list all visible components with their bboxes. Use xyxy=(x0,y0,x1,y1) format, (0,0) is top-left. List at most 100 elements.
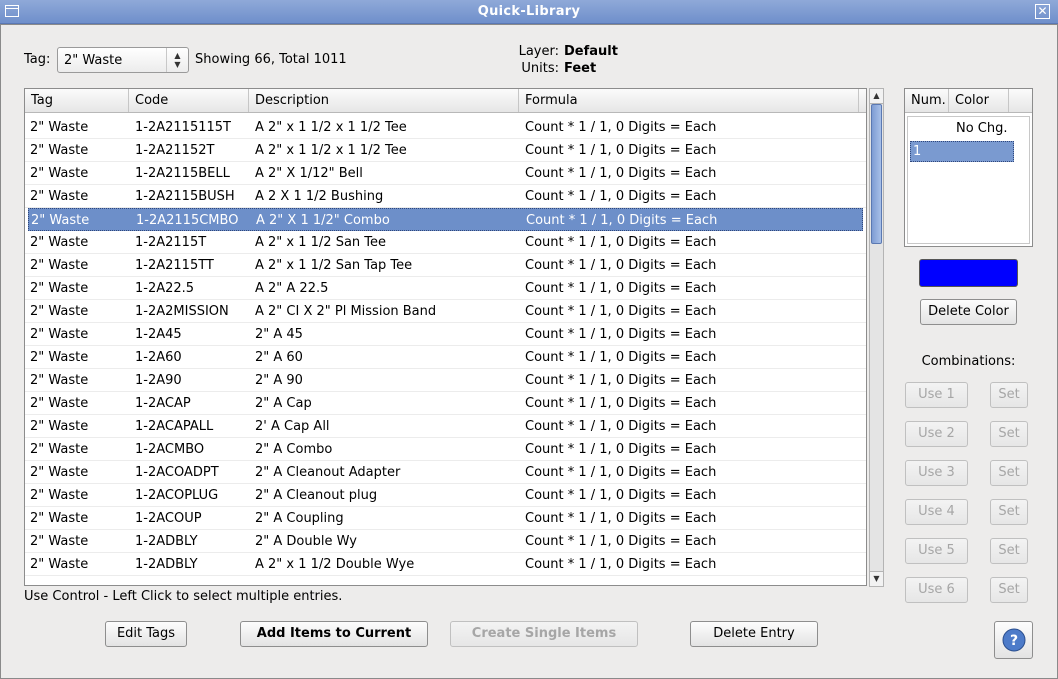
tag-select[interactable]: 2" Waste ▲ ▼ xyxy=(57,47,189,73)
table-row[interactable]: 2" Waste 1-2A2115T A 2" x 1 1/2 San Tee Cou… xyxy=(25,231,866,254)
table-row[interactable]: 2" Waste 1-2A2115BELL A 2" X 1/12" Bell Cou… xyxy=(25,162,866,185)
cell-formula: Count * 1 / 1, 0 Digits = Each xyxy=(525,258,717,273)
table-row[interactable]: 2" Waste 1-2ACOUP 2" A Coupling Count * 1 /… xyxy=(25,507,866,530)
close-icon[interactable]: ✕ xyxy=(1035,4,1050,19)
column-header-description[interactable]: Description xyxy=(249,89,519,112)
cell-code: 1-2A60 xyxy=(135,350,182,365)
use-combination-5-button[interactable]: Use 5 xyxy=(905,538,968,564)
cell-desc: 2" A 90 xyxy=(255,373,303,388)
table-row[interactable]: 2" Waste 1-2A45 2" A 45 Count * 1 / 1, 0 Di… xyxy=(25,323,866,346)
cell-desc: 2" A Cap xyxy=(255,396,312,411)
color-row-selected[interactable]: 1 xyxy=(908,140,1029,163)
delete-color-button[interactable]: Delete Color xyxy=(920,299,1017,325)
cell-code: 1-2A2115TT xyxy=(135,258,214,273)
cell-code: 1-2A21152T xyxy=(135,143,215,158)
cell-tag: 2" Waste xyxy=(30,281,89,296)
use-combination-4-button[interactable]: Use 4 xyxy=(905,499,968,525)
selection-hint: Use Control - Left Click to select multi… xyxy=(24,589,343,604)
cell-code: 1-2A2115T xyxy=(135,235,207,250)
table-row[interactable]: 2" Waste 1-2A60 2" A 60 Count * 1 / 1, 0 Di… xyxy=(25,346,866,369)
create-single-items-button[interactable]: Create Single Items xyxy=(450,621,638,647)
table-row[interactable]: 2" Waste 1-2ACMBO 2" A Combo Count * 1 / 1,… xyxy=(25,438,866,461)
table-row[interactable]: 2" Waste 1-2A2115CMBO A 2" X 1 1/2" Combo C… xyxy=(28,208,863,231)
scroll-thumb[interactable] xyxy=(871,104,882,244)
cell-desc: 2" A Cleanout plug xyxy=(255,488,378,503)
title-bar: Quick-Library ✕ xyxy=(0,0,1058,24)
use-combination-3-button[interactable]: Use 3 xyxy=(905,460,968,486)
cell-code: 1-2ACAP xyxy=(135,396,191,411)
column-header-tag[interactable]: Tag xyxy=(25,89,129,112)
items-table: Tag Code Description Formula 2" Waste 1-2… xyxy=(24,88,867,586)
cell-code: 1-2A90 xyxy=(135,373,182,388)
table-scrollbar[interactable]: ▲ ▼ xyxy=(869,88,884,587)
set-combination-6-button[interactable]: Set xyxy=(990,577,1028,603)
svg-text:?: ? xyxy=(1009,633,1017,649)
cell-tag: 2" Waste xyxy=(30,235,89,250)
column-header-code[interactable]: Code xyxy=(129,89,249,112)
color-table-header: Num. Color xyxy=(905,89,1032,113)
use-combination-2-button[interactable]: Use 2 xyxy=(905,421,968,447)
use-combination-1-button[interactable]: Use 1 xyxy=(905,382,968,408)
table-row[interactable]: 2" Waste 1-2ACAP 2" A Cap Count * 1 / 1, 0 … xyxy=(25,392,866,415)
use-combination-6-button[interactable]: Use 6 xyxy=(905,577,968,603)
table-row[interactable]: 2" Waste 1-2A2115115T A 2" x 1 1/2 x 1 1/2… xyxy=(25,116,866,139)
cell-desc: A 2" x 1 1/2 San Tap Tee xyxy=(255,258,413,273)
cell-formula: Count * 1 / 1, 0 Digits = Each xyxy=(526,213,718,228)
help-button[interactable]: ? xyxy=(994,621,1033,659)
cell-code: 1-2ACMBO xyxy=(135,442,205,457)
table-row[interactable]: 2" Waste 1-2A2115TT A 2" x 1 1/2 San Tap T… xyxy=(25,254,866,277)
cell-code: 1-2ADBLY xyxy=(135,557,198,572)
table-row[interactable]: 2" Waste 1-2A2115BUSH A 2 X 1 1/2 Bushing C… xyxy=(25,185,866,208)
cell-formula: Count * 1 / 1, 0 Digits = Each xyxy=(525,465,717,480)
cell-formula: Count * 1 / 1, 0 Digits = Each xyxy=(525,396,717,411)
column-header-formula[interactable]: Formula xyxy=(519,89,859,112)
cell-tag: 2" Waste xyxy=(30,189,89,204)
table-row[interactable]: 2" Waste 1-2ADBLY 2" A Double Wy Count * 1 … xyxy=(25,530,866,553)
set-combination-1-button[interactable]: Set xyxy=(990,382,1028,408)
layer-label: Layer: xyxy=(518,44,559,59)
color-row-no-change[interactable]: No Chg. xyxy=(908,117,1029,140)
cell-desc: 2" A 60 xyxy=(255,350,303,365)
color-row-num: 1 xyxy=(910,141,1014,162)
cell-tag: 2" Waste xyxy=(30,350,89,365)
cell-formula: Count * 1 / 1, 0 Digits = Each xyxy=(525,166,717,181)
table-row[interactable]: 2" Waste 1-2A21152T A 2" x 1 1/2 x 1 1/2 T… xyxy=(25,139,866,162)
cell-tag: 2" Waste xyxy=(30,327,89,342)
table-row[interactable]: 2" Waste 1-2ACAPALL 2' A Cap All Count * 1 … xyxy=(25,415,866,438)
set-combination-5-button[interactable]: Set xyxy=(990,538,1028,564)
cell-formula: Count * 1 / 1, 0 Digits = Each xyxy=(525,557,717,572)
cell-code: 1-2ACOADPT xyxy=(135,465,219,480)
column-header-num[interactable]: Num. xyxy=(905,89,949,112)
cell-code: 1-2ADBLY xyxy=(135,534,198,549)
cell-formula: Count * 1 / 1, 0 Digits = Each xyxy=(525,511,717,526)
set-combination-4-button[interactable]: Set xyxy=(990,499,1028,525)
table-row[interactable]: 2" Waste 1-2ADBLY A 2" x 1 1/2 Double Wye C… xyxy=(25,553,866,576)
table-row[interactable]: 2" Waste 1-2A90 2" A 90 Count * 1 / 1, 0 Di… xyxy=(25,369,866,392)
cell-desc: 2" A Cleanout Adapter xyxy=(255,465,401,480)
column-header-color[interactable]: Color xyxy=(949,89,1009,112)
table-row[interactable]: 2" Waste 1-2A22.5 A 2" A 22.5 Count * 1 / 1… xyxy=(25,277,866,300)
set-combination-3-button[interactable]: Set xyxy=(990,460,1028,486)
no-change-label: No Chg. xyxy=(956,121,1008,136)
color-swatch[interactable] xyxy=(919,259,1018,287)
cell-desc: 2" A Coupling xyxy=(255,511,344,526)
scroll-up-icon[interactable]: ▲ xyxy=(870,89,883,104)
table-header: Tag Code Description Formula xyxy=(25,89,866,113)
edit-tags-button[interactable]: Edit Tags xyxy=(105,621,187,647)
cell-formula: Count * 1 / 1, 0 Digits = Each xyxy=(525,189,717,204)
scroll-down-icon[interactable]: ▼ xyxy=(870,571,883,586)
set-combination-2-button[interactable]: Set xyxy=(990,421,1028,447)
units-label: Units: xyxy=(521,61,559,76)
table-row[interactable]: 2" Waste 1-2ACOPLUG 2" A Cleanout plug Coun… xyxy=(25,484,866,507)
table-row[interactable]: 2" Waste 1-2A2MISSION A 2" CI X 2" Pl Miss… xyxy=(25,300,866,323)
cell-formula: Count * 1 / 1, 0 Digits = Each xyxy=(525,143,717,158)
table-row[interactable]: 2" Waste 1-2ACOADPT 2" A Cleanout Adapter C… xyxy=(25,461,866,484)
cell-code: 1-2A2115CMBO xyxy=(136,213,239,228)
cell-code: 1-2ACOPLUG xyxy=(135,488,219,503)
cell-code: 1-2A2115115T xyxy=(135,120,231,135)
cell-formula: Count * 1 / 1, 0 Digits = Each xyxy=(525,281,717,296)
cell-code: 1-2A2MISSION xyxy=(135,304,229,319)
cell-tag: 2" Waste xyxy=(30,304,89,319)
add-items-button[interactable]: Add Items to Current xyxy=(240,621,428,647)
delete-entry-button[interactable]: Delete Entry xyxy=(690,621,818,647)
